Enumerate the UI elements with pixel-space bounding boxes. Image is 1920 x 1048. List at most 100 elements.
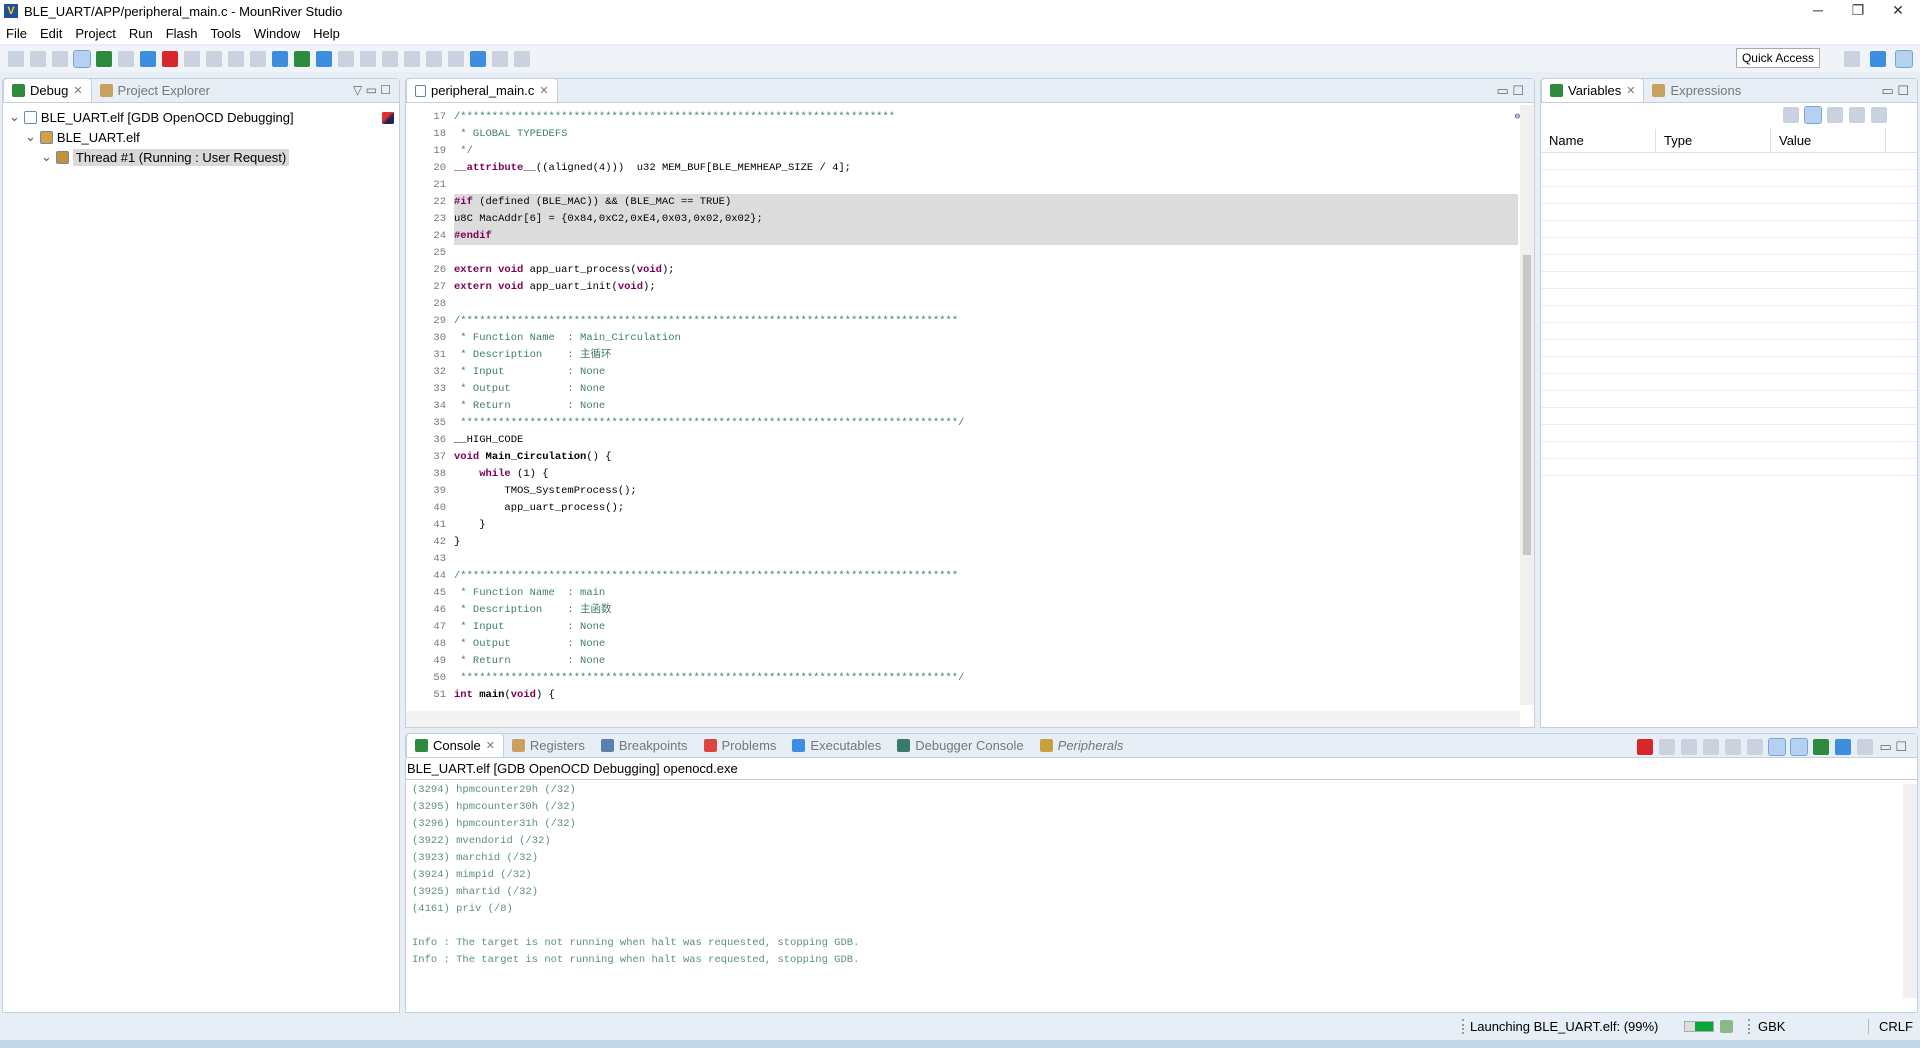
clear-console-icon[interactable] [1703, 739, 1720, 755]
maximize-button[interactable]: ❐ [1838, 2, 1878, 19]
code-line[interactable]: 19 */ [418, 143, 1518, 160]
show-on-stderr-icon[interactable] [1790, 738, 1809, 756]
tree-item[interactable]: ⌄ Thread #1 (Running : User Request) [3, 147, 399, 167]
chevron-down-icon[interactable]: ⌄ [41, 149, 52, 165]
menu-flash[interactable]: Flash [166, 26, 198, 41]
scroll-lock-icon[interactable] [1725, 739, 1742, 755]
debug-icon[interactable] [294, 51, 310, 67]
console-vertical-scrollbar[interactable] [1903, 784, 1917, 998]
code-line[interactable]: 44 ⊖/************************************… [418, 112, 1520, 585]
menu-tools[interactable]: Tools [210, 26, 240, 41]
tab-debugger-console[interactable]: Debugger Console [889, 734, 1031, 757]
tree-item[interactable]: ⌄ BLE_UART.elf [GDB OpenOCD Debugging] [3, 107, 399, 127]
column-type[interactable]: Type [1656, 129, 1771, 152]
show-on-stdout-icon[interactable] [1768, 738, 1787, 756]
code-line[interactable]: 39 TMOS_SystemProcess(); [382, 112, 1518, 500]
remove-global-icon[interactable] [1871, 107, 1887, 123]
code-line[interactable]: 18 * GLOBAL TYPEDEFS [418, 126, 1518, 143]
code-line[interactable]: 47 * Input : None [418, 619, 1518, 636]
console-min-max-icon[interactable]: ▭ ☐ [1879, 739, 1907, 755]
code-line[interactable]: 42} [418, 534, 1518, 551]
code-line[interactable]: 23 u8C MacAddr[6] = {0x84,0xC2,0xE4,0x03,… [418, 211, 1518, 228]
show-type-icon[interactable] [1783, 107, 1799, 123]
step-into-icon[interactable] [206, 51, 222, 67]
code-line[interactable]: 35 *************************************… [418, 415, 1518, 432]
progress-view-icon[interactable] [1720, 1020, 1733, 1033]
close-tab-icon[interactable]: ✕ [1626, 84, 1635, 97]
code-line[interactable]: 20 __attribute__((aligned(4))) u32 MEM_BU… [418, 160, 1518, 177]
back-icon[interactable] [470, 51, 486, 67]
pin-console-icon[interactable] [1813, 739, 1830, 755]
disconnect-icon[interactable] [184, 51, 200, 67]
tab-project-explorer[interactable]: Project Explorer [92, 79, 218, 102]
close-button[interactable]: ✕ [1878, 2, 1918, 19]
code-line[interactable]: 40 app_uart_process(); [382, 112, 1518, 517]
code-line[interactable]: 31 * Description : 主循环 [418, 347, 1518, 364]
resume-icon[interactable] [118, 51, 134, 67]
terminal-icon[interactable] [52, 51, 68, 67]
code-line[interactable]: 17 ⊖/************************************… [418, 109, 1520, 126]
search-icon[interactable] [316, 51, 332, 67]
suspend-icon[interactable] [140, 51, 156, 67]
code-line[interactable]: 45 * Function Name : main [418, 585, 1518, 602]
code-line[interactable]: 41 } [418, 517, 1518, 534]
forward-icon[interactable] [492, 51, 508, 67]
chevron-down-icon[interactable]: ⌄ [9, 109, 20, 125]
code-line[interactable]: 49 * Return : None [418, 653, 1518, 670]
close-tab-icon[interactable]: ✕ [486, 739, 495, 752]
code-line[interactable]: 28 [418, 296, 1518, 313]
display-console-icon[interactable] [1835, 739, 1852, 755]
close-tab-icon[interactable]: ✕ [73, 84, 82, 97]
remove-all-icon[interactable] [1681, 739, 1698, 755]
terminate-console-icon[interactable] [1637, 739, 1654, 755]
menu-edit[interactable]: Edit [40, 26, 62, 41]
column-value[interactable]: Value [1771, 129, 1886, 152]
save-icon[interactable] [8, 51, 24, 67]
skip-breakpoints-icon[interactable] [73, 50, 91, 68]
outdent-icon[interactable] [360, 51, 376, 67]
menu-run[interactable]: Run [129, 26, 153, 41]
progress-bar[interactable] [1684, 1021, 1714, 1032]
open-perspective-icon[interactable] [1844, 51, 1860, 67]
word-wrap-icon[interactable] [1747, 739, 1764, 755]
last-edit-icon[interactable] [448, 51, 464, 67]
tab-peripheral-main[interactable]: peripheral_main.c ✕ [406, 78, 558, 102]
pin-icon[interactable] [514, 51, 530, 67]
show-logical-icon[interactable] [1804, 106, 1822, 124]
code-line[interactable]: 37 void Main_Circulation() { [418, 449, 1518, 466]
perspective-c-icon[interactable] [1870, 51, 1886, 67]
menu-project[interactable]: Project [75, 26, 115, 41]
code-line[interactable]: 29 ⊖/************************************… [418, 112, 1520, 330]
code-line[interactable]: 50 *************************************… [418, 670, 1518, 687]
breakpoint-icon[interactable] [382, 112, 394, 124]
editor-vertical-scrollbar[interactable] [1520, 105, 1534, 705]
tab-executables[interactable]: Executables [784, 734, 889, 757]
code-line[interactable]: 43 [418, 551, 1518, 568]
code-line[interactable]: 21 [418, 177, 1518, 194]
indent-icon[interactable] [338, 51, 354, 67]
remove-launch-icon[interactable] [1659, 739, 1676, 755]
variables-min-max-icon[interactable]: ▭ ☐ [1881, 83, 1909, 99]
view-menu-icon[interactable]: ▽ ▭ ☐ [353, 83, 391, 97]
menu-window[interactable]: Window [254, 26, 300, 41]
code-line[interactable]: 32 * Input : None [418, 364, 1518, 381]
prev-annotation-icon[interactable] [426, 51, 442, 67]
format-icon[interactable] [382, 51, 398, 67]
tab-console[interactable]: Console ✕ [406, 733, 504, 757]
column-name[interactable]: Name [1541, 129, 1656, 152]
code-line[interactable]: 51 ⊖ int main(void) { [418, 112, 1520, 704]
step-over-icon[interactable] [228, 51, 244, 67]
code-line[interactable]: 33 * Output : None [418, 381, 1518, 398]
tab-expressions[interactable]: Expressions [1644, 79, 1749, 102]
code-line[interactable]: 30 * Function Name : Main_Circulation [418, 330, 1518, 347]
code-area[interactable]: 17 ⊖/************************************… [382, 109, 1520, 704]
add-global-icon[interactable] [1849, 107, 1865, 123]
editor-horizontal-scrollbar[interactable] [406, 711, 1520, 727]
minimize-button[interactable]: ─ [1798, 2, 1838, 18]
collapse-all-icon[interactable] [1827, 107, 1843, 123]
code-line[interactable]: 26 extern void app_uart_process(void); [418, 262, 1518, 279]
tab-breakpoints[interactable]: Breakpoints [593, 734, 696, 757]
code-line[interactable]: 36 ⊖ __HIGH_CODE [418, 112, 1520, 449]
step-return-icon[interactable] [250, 51, 266, 67]
code-line[interactable]: 34 * Return : None [418, 398, 1518, 415]
